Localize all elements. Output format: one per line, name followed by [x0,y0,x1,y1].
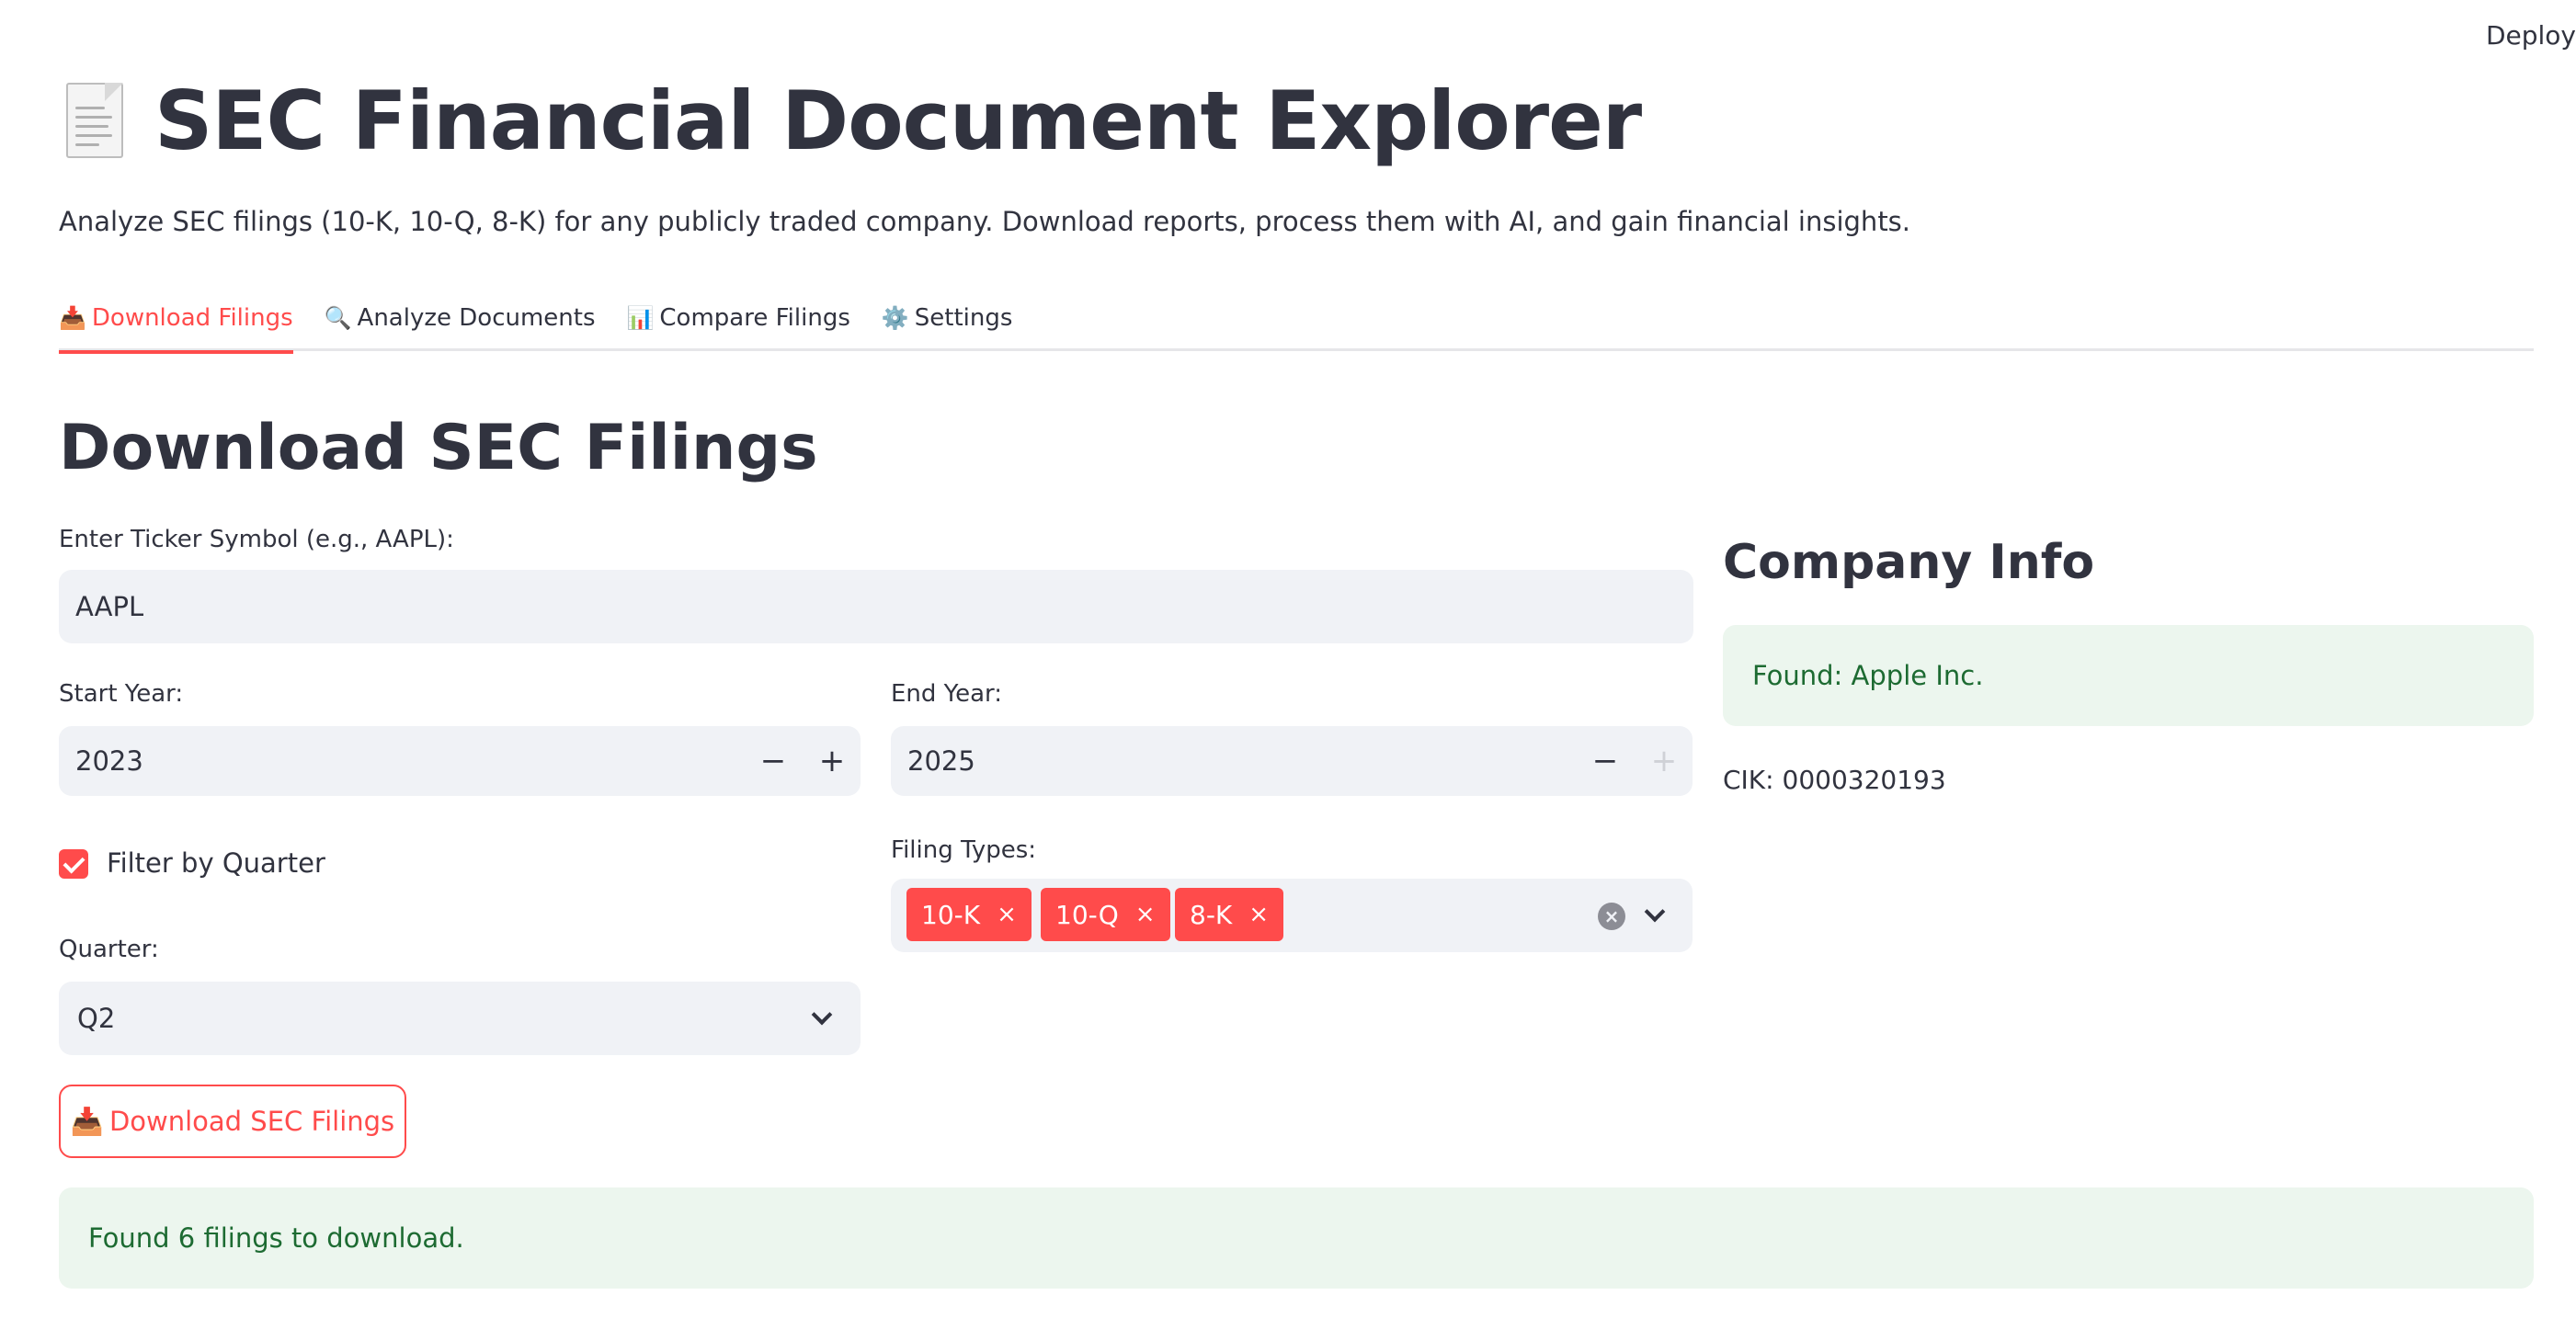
tab-download-filings[interactable]: 📥 Download Filings [59,285,293,354]
alert-text: Found 6 filings to download. [88,1222,464,1254]
button-label: Download SEC Filings [108,1106,395,1137]
alert-text: Found: Apple Inc. [1752,660,1984,691]
tab-compare-filings[interactable]: 📊 Compare Filings [627,285,850,351]
tab-label: Compare Filings [659,304,850,332]
start-year-value: 2023 [75,745,143,777]
gear-icon: ⚙️ [881,305,909,331]
end-year-input[interactable]: 2025 − + [891,726,1693,796]
tab-label: Download Filings [91,304,293,332]
quarter-value: Q2 [77,1003,116,1034]
filter-quarter-checkbox[interactable] [59,849,88,879]
close-icon[interactable]: × [1135,901,1156,928]
filing-types-label: Filing Types: [891,836,1037,864]
close-icon[interactable]: × [1248,901,1269,928]
bar-chart-icon: 📊 [626,305,655,331]
tag-label: 10-Q [1055,899,1119,930]
title-row: SEC Financial Document Explorer [59,74,1642,168]
end-year-label: End Year: [891,680,1003,708]
tab-settings[interactable]: ⚙️ Settings [882,285,1013,351]
company-info-title: Company Info [1723,535,2095,590]
section-title: Download SEC Filings [59,412,818,484]
filing-type-tag: 10-K × [906,888,1032,941]
inbox-tray-icon: 📥 [59,305,86,331]
start-year-input[interactable]: 2023 − + [59,726,861,796]
page-title: SEC Financial Document Explorer [154,74,1642,168]
ticker-label: Enter Ticker Symbol (e.g., AAPL): [59,526,454,553]
clear-all-icon[interactable]: × [1598,903,1625,930]
filing-type-tag: 10-Q × [1041,888,1170,941]
filter-quarter-label[interactable]: Filter by Quarter [107,847,325,879]
quarter-label: Quarter: [59,936,159,963]
minus-icon[interactable]: − [1577,726,1634,796]
end-year-value: 2025 [907,745,975,777]
close-icon[interactable]: × [997,901,1017,928]
download-sec-filings-button[interactable]: 📥 Download SEC Filings [59,1085,406,1158]
tab-label: Settings [914,304,1013,332]
tab-label: Analyze Documents [357,304,596,332]
tab-bar: 📥 Download Filings 🔍 Analyze Documents 📊… [59,285,2534,354]
ticker-input[interactable]: AAPL [59,570,1693,643]
tab-analyze-documents[interactable]: 🔍 Analyze Documents [325,285,596,351]
app-page: Deploy SEC Financial Document Explorer A… [0,0,2576,1318]
tag-label: 10-K [921,899,981,930]
deploy-button[interactable]: Deploy [2486,20,2576,51]
filings-found-alert: Found 6 filings to download. [59,1187,2534,1289]
ticker-value: AAPL [75,591,144,622]
start-year-label: Start Year: [59,680,184,708]
company-found-alert: Found: Apple Inc. [1723,625,2534,726]
tag-label: 8-K [1190,899,1233,930]
page-subtitle: Analyze SEC filings (10-K, 10-Q, 8-K) fo… [59,206,1911,237]
page-facing-up-icon [59,79,136,164]
plus-icon[interactable]: + [804,726,861,796]
plus-icon: + [1650,743,1678,779]
filing-type-tag: 8-K × [1175,888,1284,941]
quarter-select[interactable]: Q2 [59,982,861,1055]
cik-text: CIK: 0000320193 [1723,765,1946,795]
inbox-tray-icon: 📥 [70,1105,104,1137]
minus-icon[interactable]: − [745,726,802,796]
magnifying-glass-icon: 🔍 [324,305,352,331]
